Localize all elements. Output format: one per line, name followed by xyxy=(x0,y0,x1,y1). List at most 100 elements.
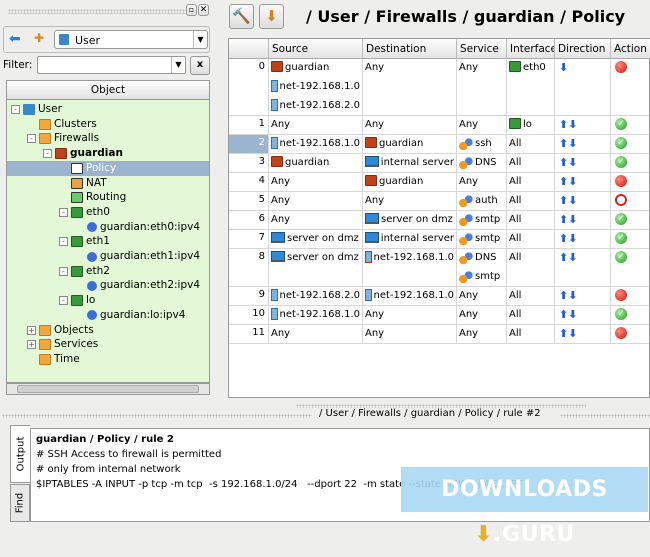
tree-line[interactable] xyxy=(75,223,84,232)
rule-object[interactable]: net-192.168.2.0 xyxy=(271,289,360,305)
rule-object[interactable]: Any xyxy=(271,118,360,134)
source-cell[interactable]: net-192.168.2.0 xyxy=(269,287,363,305)
column-header-direction[interactable]: Direction xyxy=(555,39,611,59)
direction-cell[interactable]: ⬆⬇ xyxy=(555,249,611,286)
destination-cell[interactable]: server on dmz xyxy=(363,211,457,229)
tree-item-guardian-eth1-ipv4[interactable]: guardian:eth1:ipv4 xyxy=(75,249,200,264)
source-cell[interactable]: server on dmz xyxy=(269,230,363,248)
table-row[interactable]: 5 Any Any auth All ⬆⬇ xyxy=(229,192,649,211)
destination-cell[interactable]: net-192.168.1.0 xyxy=(363,249,457,286)
service-cell[interactable]: Any xyxy=(457,59,507,115)
destination-cell[interactable]: Any xyxy=(363,59,457,115)
rule-object[interactable]: smtp xyxy=(459,232,504,248)
rule-object[interactable]: net-192.168.1.0 xyxy=(271,80,360,99)
service-cell[interactable]: Any xyxy=(457,173,507,191)
interface-cell[interactable]: All xyxy=(507,249,555,286)
interface-cell[interactable]: eth0 xyxy=(507,59,555,115)
tree-item-objects[interactable]: + Objects xyxy=(27,323,94,338)
rule-object[interactable]: server on dmz xyxy=(365,213,454,229)
service-cell[interactable]: Any xyxy=(457,325,507,343)
back-icon[interactable]: ⬅ xyxy=(9,31,21,47)
rule-object[interactable]: Any xyxy=(459,308,504,324)
source-cell[interactable]: Any xyxy=(269,173,363,191)
table-row[interactable]: 3 guardian internal server DNS All ⬆⬇ ✓ xyxy=(229,154,649,173)
service-cell[interactable]: Any xyxy=(457,116,507,134)
rule-number[interactable]: 11 xyxy=(229,325,269,343)
tree-item-services[interactable]: + Services xyxy=(27,337,98,352)
action-cell[interactable]: ✓ xyxy=(611,154,650,172)
source-cell[interactable]: guardian net-192.168.1.0 net-192.168.2.0 xyxy=(269,59,363,115)
destination-cell[interactable]: Any xyxy=(363,192,457,210)
destination-cell[interactable]: guardian xyxy=(363,173,457,191)
rule-object[interactable]: Any xyxy=(459,327,504,343)
tree-item-eth2[interactable]: - eth2 xyxy=(59,264,110,279)
clear-filter-button[interactable]: x xyxy=(190,56,210,75)
table-row[interactable]: 11 Any Any Any All ⬆⬇ xyxy=(229,325,649,344)
expand-icon[interactable]: + xyxy=(27,325,36,335)
collapse-icon[interactable]: - xyxy=(59,266,68,276)
rule-object[interactable]: internal server xyxy=(365,156,454,172)
tree-item-nat[interactable]: NAT xyxy=(59,176,107,191)
action-cell[interactable] xyxy=(611,59,650,115)
rule-number[interactable]: 7 xyxy=(229,230,269,248)
rule-object[interactable]: eth0 xyxy=(509,61,552,80)
rule-object[interactable]: Any xyxy=(459,289,504,305)
tab-find[interactable]: Find xyxy=(10,484,30,522)
tree-item-lo[interactable]: - lo xyxy=(59,293,95,308)
rule-number[interactable]: 2 xyxy=(229,135,269,153)
column-header-action[interactable]: Action xyxy=(611,39,650,59)
action-cell[interactable]: ✓ xyxy=(611,116,650,134)
tree-line[interactable] xyxy=(59,164,68,173)
destination-cell[interactable]: net-192.168.1.0 xyxy=(363,287,457,305)
rule-object[interactable]: net-192.168.1.0 xyxy=(365,289,454,305)
table-row[interactable]: 8 server on dmz net-192.168.1.0 DNS smtp All ⬆… xyxy=(229,249,649,287)
rule-object[interactable]: DNS xyxy=(459,251,504,270)
rule-object[interactable]: internal server xyxy=(365,232,454,248)
table-row[interactable]: 6 Any server on dmz smtp All ⬆⬇ ✓ xyxy=(229,211,649,230)
service-cell[interactable]: DNS smtp xyxy=(457,249,507,286)
column-header-source[interactable]: Source xyxy=(269,39,363,59)
tree-item-user[interactable]: - User xyxy=(11,102,62,117)
rule-object[interactable]: ssh xyxy=(459,137,504,153)
rule-object[interactable]: server on dmz xyxy=(271,251,360,270)
rule-number[interactable]: 4 xyxy=(229,173,269,191)
collapse-icon[interactable]: - xyxy=(59,237,68,247)
action-cell[interactable]: ✓ xyxy=(611,211,650,229)
service-cell[interactable]: Any xyxy=(457,306,507,324)
tree-horizontal-scrollbar[interactable] xyxy=(6,383,210,395)
action-cell[interactable] xyxy=(611,173,650,191)
interface-cell[interactable]: All xyxy=(507,230,555,248)
object-tree[interactable]: - User Clusters - Firewalls - guardian Policy NA… xyxy=(6,100,210,383)
rule-object[interactable]: Any xyxy=(271,175,360,191)
source-cell[interactable]: net-192.168.1.0 xyxy=(269,306,363,324)
compile-hammer-button[interactable]: 🔨 xyxy=(229,4,254,29)
rule-object[interactable]: Any xyxy=(459,61,504,80)
tree-line[interactable] xyxy=(75,311,84,320)
collapse-icon[interactable]: - xyxy=(11,105,20,114)
destination-cell[interactable]: internal server xyxy=(363,154,457,172)
service-cell[interactable]: DNS xyxy=(457,154,507,172)
scrollbar-thumb[interactable] xyxy=(17,385,199,393)
tree-item-guardian[interactable]: - guardian xyxy=(43,146,123,161)
collapse-icon[interactable]: - xyxy=(59,296,68,306)
collapse-icon[interactable]: - xyxy=(43,149,52,159)
table-row[interactable]: 9 net-192.168.2.0 net-192.168.1.0 Any All ⬆⬇ xyxy=(229,287,649,306)
rule-object[interactable]: guardian xyxy=(271,61,360,80)
source-cell[interactable]: guardian xyxy=(269,154,363,172)
direction-cell[interactable]: ⬆⬇ xyxy=(555,154,611,172)
source-cell[interactable]: server on dmz xyxy=(269,249,363,286)
rule-object[interactable]: All xyxy=(509,175,552,191)
rule-number[interactable]: 10 xyxy=(229,306,269,324)
rule-object[interactable]: All xyxy=(509,232,552,248)
table-row[interactable]: 1 Any Any Any lo ⬆⬇ ✓ xyxy=(229,116,649,135)
direction-cell[interactable]: ⬆⬇ xyxy=(555,135,611,153)
rule-object[interactable]: DNS xyxy=(459,156,504,172)
action-cell[interactable]: ✓ xyxy=(611,135,650,153)
column-header-service[interactable]: Service xyxy=(457,39,507,59)
install-button[interactable]: ⬇ xyxy=(259,4,284,29)
expand-icon[interactable]: + xyxy=(27,340,36,350)
rule-object[interactable]: net-192.168.1.0 xyxy=(271,137,360,153)
rule-object[interactable]: All xyxy=(509,308,552,324)
tree-line[interactable] xyxy=(75,281,84,290)
filter-input[interactable]: ▼ xyxy=(37,56,186,74)
